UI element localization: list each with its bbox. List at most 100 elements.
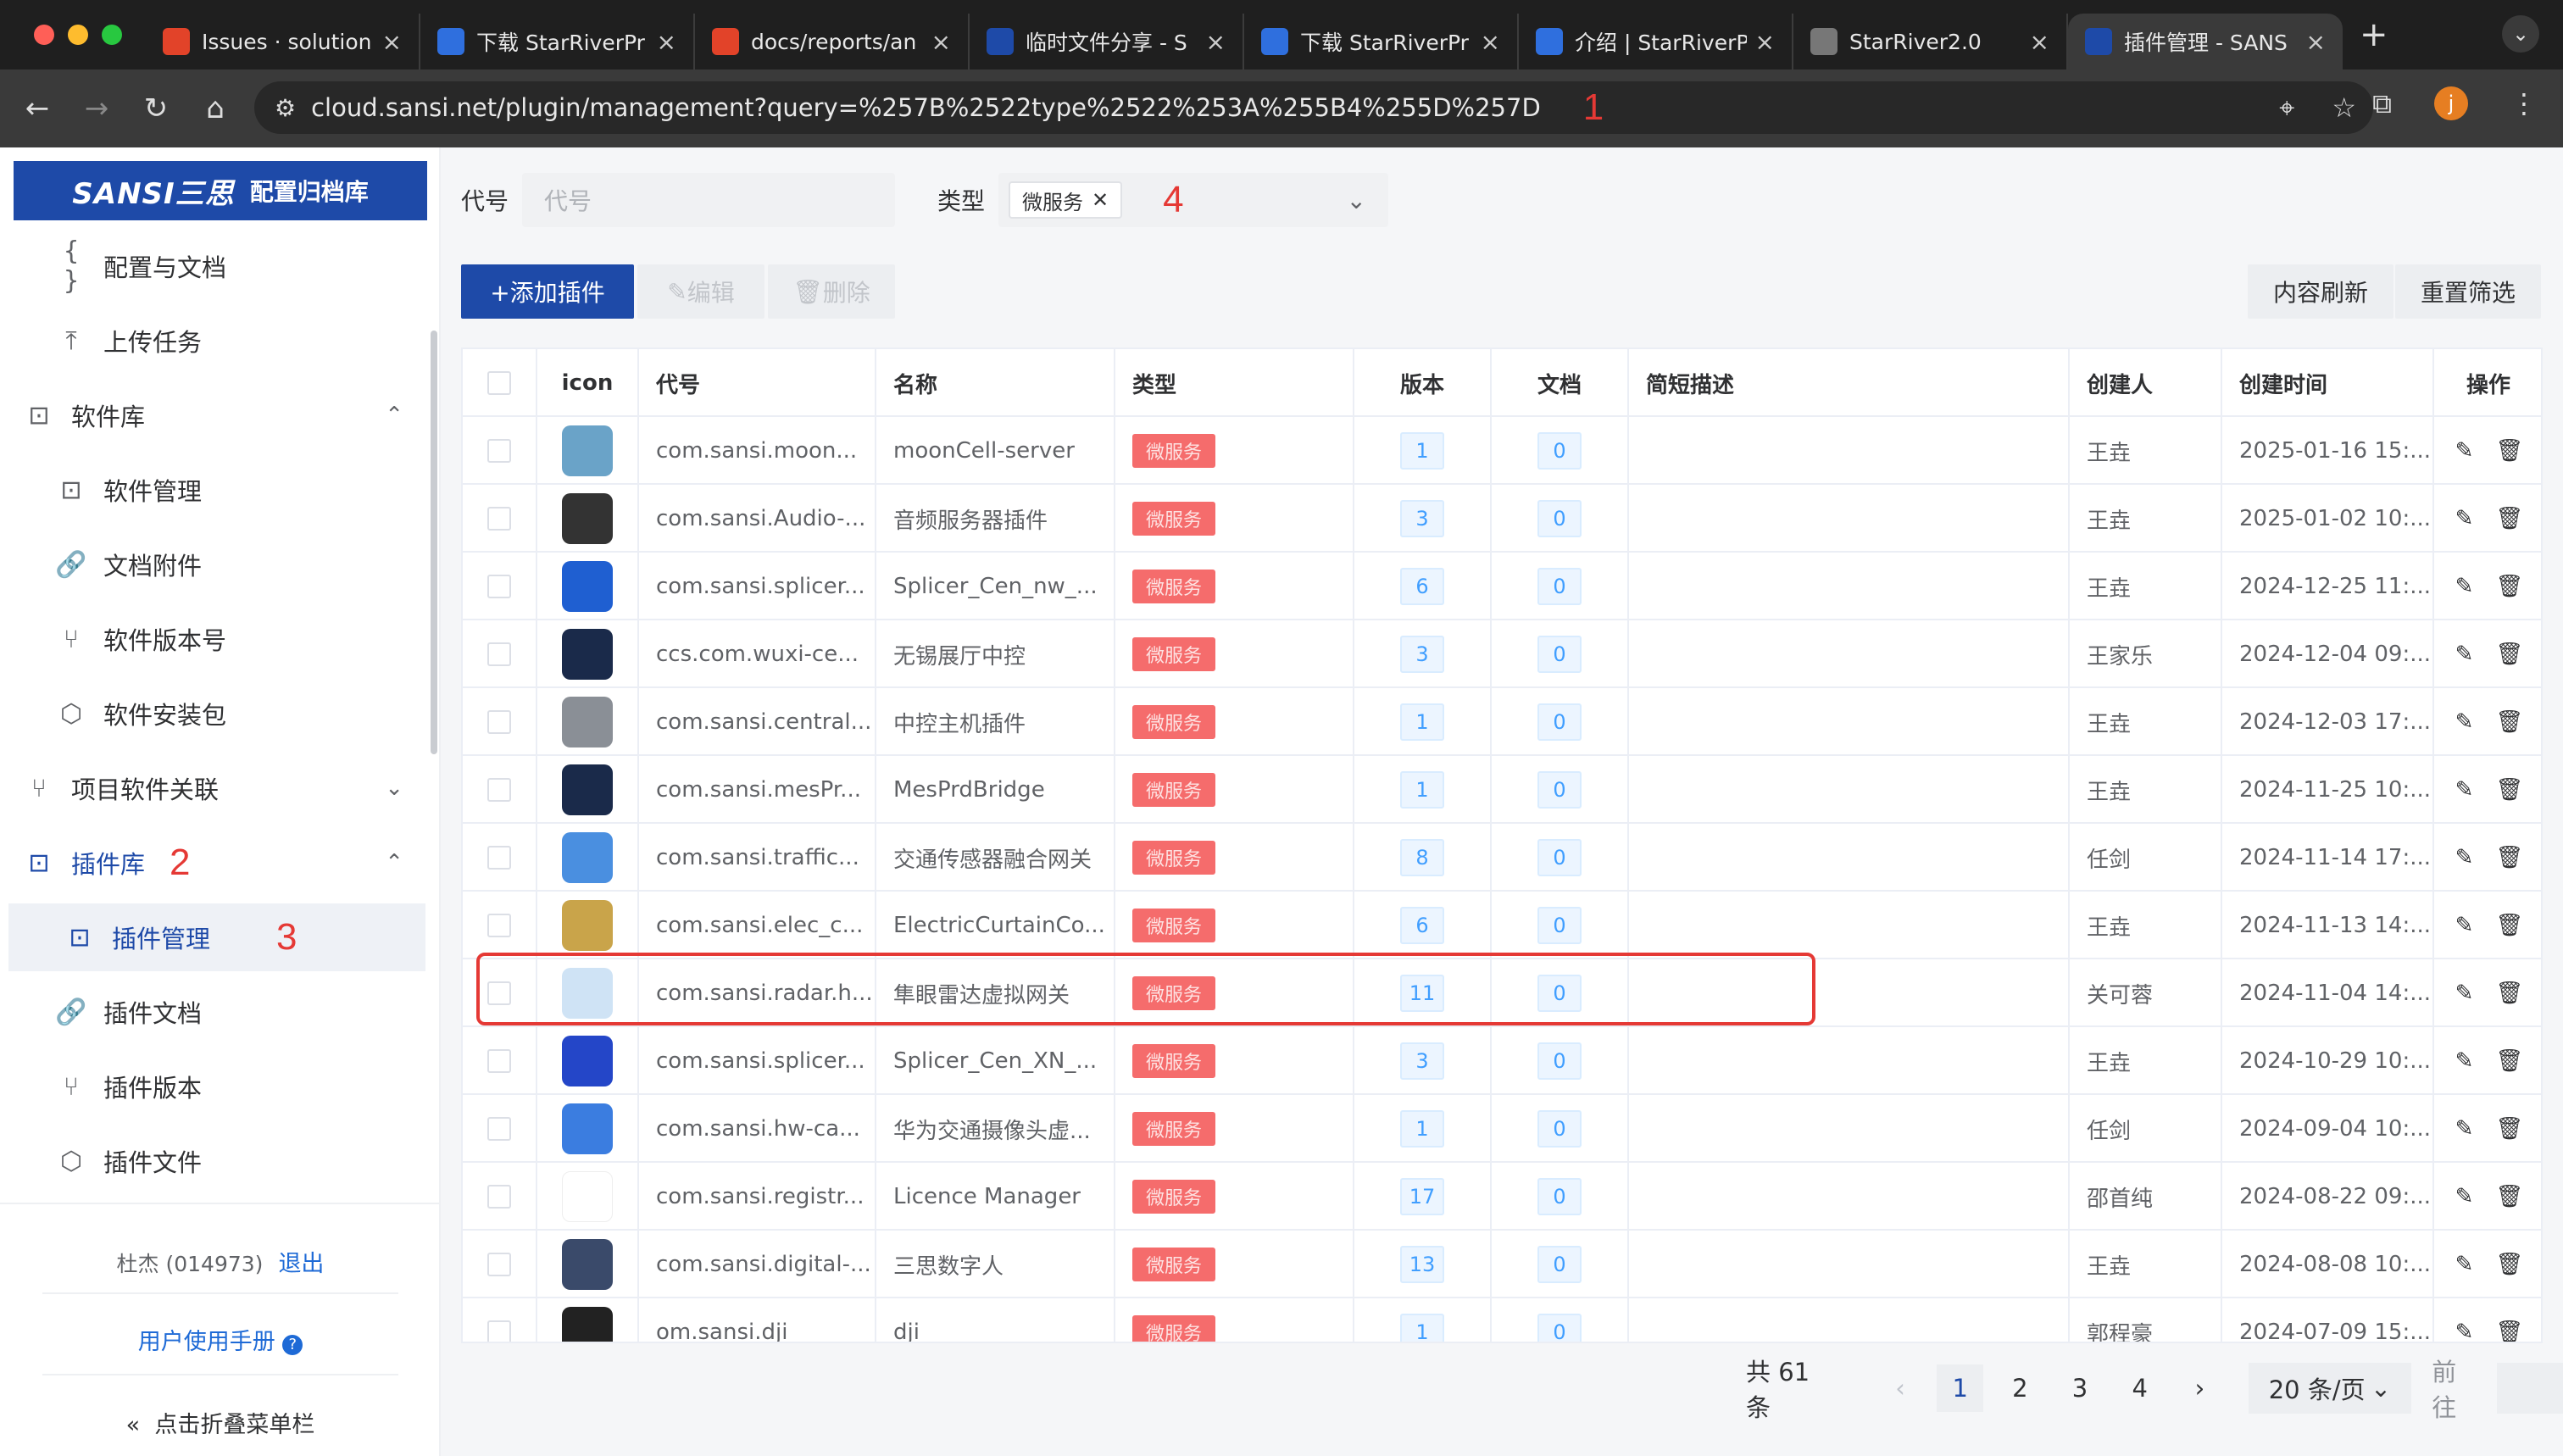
close-tab-icon[interactable]: × [2030, 28, 2049, 56]
version-badge[interactable]: 11 [1400, 975, 1444, 1012]
user-manual-link[interactable]: 用户使用手册 ? [0, 1323, 441, 1356]
close-tab-icon[interactable]: × [2306, 28, 2326, 56]
sidebar-item-1[interactable]: ⤒ 上传任务 [0, 307, 441, 375]
delete-button[interactable]: 🗑 删除 [768, 264, 895, 319]
sidebar-item-7[interactable]: ⑂ 项目软件关联 ⌄ [0, 754, 441, 822]
tag-close-icon[interactable]: ✕ [1092, 188, 1109, 212]
code-filter-input[interactable]: 代号 [522, 173, 895, 227]
docs-badge[interactable]: 0 [1537, 907, 1582, 944]
browser-tab[interactable]: 下载 StarRiverPr × [1244, 14, 1519, 69]
minimize-window-button[interactable] [68, 25, 88, 45]
type-filter-tag[interactable]: 微服务 ✕ [1009, 181, 1123, 219]
row-checkbox[interactable] [487, 1253, 511, 1276]
edit-icon[interactable]: ✎ [2455, 845, 2474, 870]
edit-icon[interactable]: ✎ [2455, 642, 2474, 667]
version-badge[interactable]: 3 [1400, 500, 1444, 537]
table-row[interactable]: com.sansi.radar.h... 隼眼雷达虚拟网关 微服务 11 0 关可蓉 202… [463, 959, 2541, 1027]
trash-icon[interactable]: 🗑 [2495, 642, 2523, 667]
trash-icon[interactable]: 🗑 [2495, 709, 2523, 735]
sidebar-item-4[interactable]: 🔗 文档附件 [0, 531, 441, 598]
app-logo[interactable]: SANSI三思 配置归档库 [14, 161, 427, 220]
trash-icon[interactable]: 🗑 [2495, 574, 2523, 599]
browser-tab[interactable]: 临时文件分享 - S × [970, 14, 1244, 69]
close-tab-icon[interactable]: × [1481, 28, 1500, 56]
new-tab-button[interactable]: + [2360, 15, 2388, 54]
row-checkbox[interactable] [487, 642, 511, 666]
version-badge[interactable]: 1 [1400, 432, 1444, 470]
tab-search-icon[interactable]: ⌄ [2502, 15, 2539, 53]
address-bar[interactable]: ⚙ cloud.sansi.net/plugin/management?quer… [254, 81, 2373, 134]
docs-badge[interactable]: 0 [1537, 1042, 1582, 1080]
edit-icon[interactable]: ✎ [2455, 777, 2474, 803]
profile-avatar[interactable]: j [2434, 86, 2468, 120]
version-badge[interactable]: 6 [1400, 907, 1444, 944]
table-row[interactable]: com.sansi.splicer... Splicer_Cen_nw_... 微服… [463, 553, 2541, 620]
sidebar-item-0[interactable]: { } 配置与文档 [0, 232, 441, 300]
browser-tab[interactable]: Issues · solution × [146, 14, 420, 69]
version-badge[interactable]: 17 [1400, 1178, 1444, 1215]
version-badge[interactable]: 1 [1400, 1314, 1444, 1342]
docs-badge[interactable]: 0 [1537, 1178, 1582, 1215]
row-checkbox[interactable] [487, 507, 511, 531]
docs-badge[interactable]: 0 [1537, 1110, 1582, 1148]
table-row[interactable]: om.sansi.dji dji 微服务 1 0 郭程豪 2024-07-09 15:...… [463, 1298, 2541, 1342]
sidebar-item-9[interactable]: ⊡ 插件管理 3 [8, 903, 425, 971]
trash-icon[interactable]: 🗑 [2495, 1252, 2523, 1277]
close-window-button[interactable] [34, 25, 54, 45]
table-row[interactable]: com.sansi.moon... moonCell-server 微服务 1 0 王垚 2… [463, 417, 2541, 485]
docs-badge[interactable]: 0 [1537, 839, 1582, 876]
version-badge[interactable]: 1 [1400, 1110, 1444, 1148]
sidebar-item-2[interactable]: ⊡ 软件库 ⌃ [0, 381, 441, 449]
version-badge[interactable]: 13 [1400, 1246, 1444, 1283]
row-checkbox[interactable] [487, 914, 511, 937]
page-3[interactable]: 3 [2057, 1364, 2104, 1412]
docs-badge[interactable]: 0 [1537, 636, 1582, 673]
version-badge[interactable]: 6 [1400, 568, 1444, 605]
edit-icon[interactable]: ✎ [2455, 709, 2474, 735]
table-row[interactable]: com.sansi.hw-ca... 华为交通摄像头虚... 微服务 1 0 任剑 2024… [463, 1095, 2541, 1163]
page-4[interactable]: 4 [2116, 1364, 2163, 1412]
sidebar-item-8[interactable]: ⊡ 插件库 ⌃ 2 [0, 829, 441, 897]
trash-icon[interactable]: 🗑 [2495, 913, 2523, 938]
trash-icon[interactable]: 🗑 [2495, 1184, 2523, 1209]
row-checkbox[interactable] [487, 778, 511, 802]
edit-icon[interactable]: ✎ [2455, 1252, 2474, 1277]
docs-badge[interactable]: 0 [1537, 703, 1582, 741]
forward-icon[interactable]: → [71, 83, 122, 134]
edit-icon[interactable]: ✎ [2455, 1184, 2474, 1209]
version-badge[interactable]: 1 [1400, 771, 1444, 809]
row-checkbox[interactable] [487, 981, 511, 1005]
trash-icon[interactable]: 🗑 [2495, 1048, 2523, 1074]
reset-filter-button[interactable]: 重置筛选 [2395, 264, 2541, 319]
table-row[interactable]: ccs.com.wuxi-ce... 无锡展厅中控 微服务 3 0 王家乐 2024-12-… [463, 620, 2541, 688]
edit-icon[interactable]: ✎ [2455, 1320, 2474, 1342]
page-size-select[interactable]: 20 条/页 ⌄ [2248, 1363, 2412, 1414]
edit-button[interactable]: ✎ 编辑 [637, 264, 764, 319]
table-row[interactable]: com.sansi.elec_c... ElectricCurtainCo... 微… [463, 892, 2541, 959]
url-text[interactable]: cloud.sansi.net/plugin/management?query=… [311, 93, 1541, 122]
table-row[interactable]: com.sansi.registr... Licence Manager 微服务 17… [463, 1163, 2541, 1231]
sidebar-item-11[interactable]: ⑂ 插件版本 [0, 1053, 441, 1120]
close-tab-icon[interactable]: × [931, 28, 951, 56]
bookmark-star-icon[interactable]: ☆ [2332, 92, 2356, 125]
table-row[interactable]: com.sansi.splicer... Splicer_Cen_XN_... 微服… [463, 1027, 2541, 1095]
trash-icon[interactable]: 🗑 [2495, 438, 2523, 464]
home-icon[interactable]: ⌂ [190, 83, 241, 134]
edit-icon[interactable]: ✎ [2455, 574, 2474, 599]
row-checkbox[interactable] [487, 710, 511, 734]
table-row[interactable]: com.sansi.central... 中控主机插件 微服务 1 0 王垚 2024-12… [463, 688, 2541, 756]
docs-badge[interactable]: 0 [1537, 500, 1582, 537]
table-row[interactable]: com.sansi.digital-... 三思数字人 微服务 13 0 王垚 2024-0… [463, 1231, 2541, 1298]
trash-icon[interactable]: 🗑 [2495, 981, 2523, 1006]
trash-icon[interactable]: 🗑 [2495, 777, 2523, 803]
row-checkbox[interactable] [487, 846, 511, 870]
trash-icon[interactable]: 🗑 [2495, 1320, 2523, 1342]
select-all-checkbox[interactable] [487, 371, 511, 395]
edit-icon[interactable]: ✎ [2455, 1116, 2474, 1142]
edit-icon[interactable]: ✎ [2455, 506, 2474, 531]
row-checkbox[interactable] [487, 1185, 511, 1209]
page-2[interactable]: 2 [1997, 1364, 2043, 1412]
edit-icon[interactable]: ✎ [2455, 913, 2474, 938]
add-plugin-button[interactable]: +添加插件 [461, 264, 634, 319]
edit-icon[interactable]: ✎ [2455, 438, 2474, 464]
